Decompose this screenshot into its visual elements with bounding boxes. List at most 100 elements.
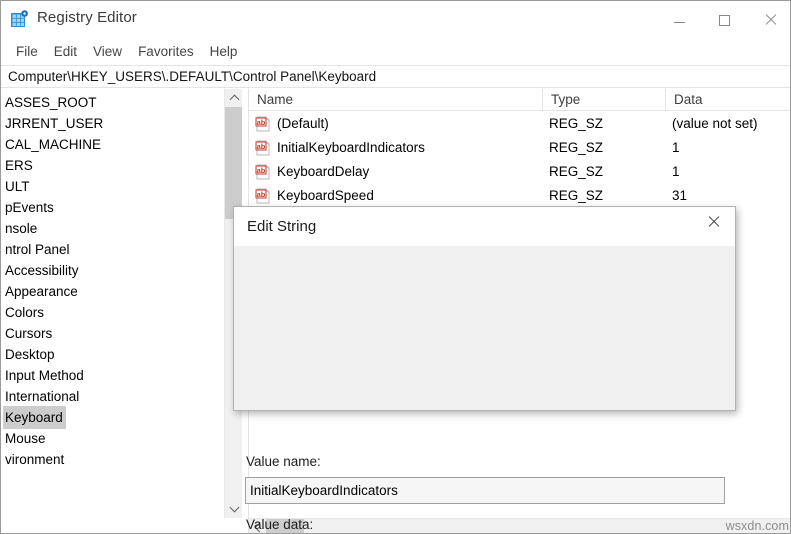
- close-icon: [764, 14, 776, 26]
- menu-edit[interactable]: Edit: [46, 41, 85, 62]
- tree-item[interactable]: Mouse: [1, 427, 223, 448]
- string-value-icon: ab: [255, 140, 271, 156]
- column-header-name[interactable]: Name: [249, 89, 542, 111]
- minimize-icon: [674, 22, 685, 23]
- tree-item-label: International: [3, 385, 82, 408]
- menu-favorites[interactable]: Favorites: [130, 41, 202, 62]
- tree-item[interactable]: nsole: [1, 217, 223, 238]
- tree-item-label: Colors: [3, 301, 47, 324]
- tree-scroll-down-button[interactable]: [225, 500, 242, 518]
- tree-item-label: ntrol Panel: [3, 238, 73, 261]
- tree-item-label: ERS: [3, 154, 36, 177]
- cell-type: REG_SZ: [549, 112, 603, 136]
- tree-item[interactable]: Desktop: [1, 343, 223, 364]
- svg-text:ab: ab: [257, 166, 266, 175]
- registry-path: Computer\HKEY_USERS\.DEFAULT\Control Pan…: [1, 69, 376, 84]
- edit-string-dialog: Edit String Value name: Value data: OK C…: [233, 206, 736, 411]
- string-value-icon: ab: [255, 116, 271, 132]
- table-row[interactable]: ab KeyboardSpeed REG_SZ 31: [249, 184, 791, 208]
- table-row[interactable]: ab (Default) REG_SZ (value not set): [249, 112, 791, 136]
- cell-data: 1: [672, 136, 680, 160]
- registry-tree-pane: ASSES_ROOTJRRENT_USERCAL_MACHINEERSULTpE…: [1, 89, 242, 518]
- maximize-button[interactable]: [702, 1, 747, 39]
- tree-item-label: ULT: [3, 175, 33, 198]
- tree-item-label: Mouse: [3, 427, 49, 450]
- tree-item-label: Desktop: [3, 343, 58, 366]
- tree-item[interactable]: Accessibility: [1, 259, 223, 280]
- window-controls: [657, 1, 791, 39]
- tree-item-label: ASSES_ROOT: [3, 91, 100, 114]
- cell-type: REG_SZ: [549, 136, 603, 160]
- tree-item-label: CAL_MACHINE: [3, 133, 104, 156]
- close-icon: [707, 216, 719, 228]
- dialog-close-button[interactable]: [691, 207, 735, 237]
- tree-item[interactable]: Cursors: [1, 322, 223, 343]
- tree-item[interactable]: Colors: [1, 301, 223, 322]
- title-bar: Registry Editor: [1, 1, 791, 39]
- value-name-label: Value name:: [246, 454, 321, 469]
- menu-file[interactable]: File: [8, 41, 46, 62]
- tree-item-label: Accessibility: [3, 259, 82, 282]
- window-title: Registry Editor: [37, 9, 137, 26]
- chevron-down-icon: [229, 503, 239, 513]
- column-header-data[interactable]: Data: [665, 89, 791, 111]
- tree-item[interactable]: JRRENT_USER: [1, 112, 223, 133]
- tree-item[interactable]: International: [1, 385, 223, 406]
- tree-item-label: nsole: [3, 217, 40, 240]
- tree-item[interactable]: ULT: [1, 175, 223, 196]
- tree-item[interactable]: ntrol Panel: [1, 238, 223, 259]
- svg-text:ab: ab: [257, 142, 266, 151]
- tree-item-label: Cursors: [3, 322, 55, 345]
- values-list-rows: ab (Default) REG_SZ (value not set) ab Initia…: [249, 112, 791, 208]
- tree-scroll-up-button[interactable]: [225, 89, 242, 107]
- column-header-type[interactable]: Type: [542, 89, 665, 111]
- tree-item[interactable]: CAL_MACHINE: [1, 133, 223, 154]
- tree-item[interactable]: ASSES_ROOT: [1, 91, 223, 112]
- cell-name: KeyboardSpeed: [277, 184, 374, 208]
- tree-item[interactable]: vironment: [1, 448, 223, 469]
- tree-item[interactable]: ERS: [1, 154, 223, 175]
- cell-data: (value not set): [672, 112, 758, 136]
- tree-item[interactable]: Keyboard: [1, 406, 223, 427]
- string-value-icon: ab: [255, 188, 271, 204]
- svg-text:ab: ab: [257, 118, 266, 127]
- tree-item-label: Input Method: [3, 364, 87, 387]
- address-bar[interactable]: Computer\HKEY_USERS\.DEFAULT\Control Pan…: [1, 65, 791, 88]
- tree-item[interactable]: Input Method: [1, 364, 223, 385]
- value-data-label: Value data:: [246, 517, 313, 532]
- menu-bar: File Edit View Favorites Help: [1, 39, 791, 64]
- value-name-input[interactable]: [245, 477, 725, 504]
- tree-item-label: vironment: [3, 448, 67, 471]
- cell-name: (Default): [277, 112, 329, 136]
- list-horizontal-scrollbar[interactable]: wsxdn.com: [249, 518, 791, 534]
- dialog-title: Edit String: [247, 218, 316, 235]
- string-value-icon: ab: [255, 164, 271, 180]
- watermark: wsxdn.com: [726, 519, 789, 533]
- tree-item-label: Keyboard: [3, 406, 66, 429]
- cell-type: REG_SZ: [549, 160, 603, 184]
- table-row[interactable]: ab KeyboardDelay REG_SZ 1: [249, 160, 791, 184]
- cell-data: 1: [672, 160, 680, 184]
- values-list-header: Name Type Data: [249, 89, 791, 111]
- menu-help[interactable]: Help: [202, 41, 246, 62]
- tree-item-label: Appearance: [3, 280, 81, 303]
- tree-item[interactable]: Appearance: [1, 280, 223, 301]
- cell-name: KeyboardDelay: [277, 160, 369, 184]
- dialog-title-bar: Edit String: [234, 207, 735, 247]
- table-row[interactable]: ab InitialKeyboardIndicators REG_SZ 1: [249, 136, 791, 160]
- close-button[interactable]: [747, 1, 791, 39]
- tree-vertical-scroll-thumb[interactable]: [225, 107, 242, 219]
- cell-type: REG_SZ: [549, 184, 603, 208]
- minimize-button[interactable]: [657, 1, 702, 39]
- registry-editor-window: Registry Editor File Edit View Favorites…: [0, 0, 791, 534]
- registry-editor-icon: [10, 10, 29, 29]
- cell-name: InitialKeyboardIndicators: [277, 136, 425, 160]
- chevron-up-icon: [229, 95, 239, 105]
- tree-item[interactable]: pEvents: [1, 196, 223, 217]
- svg-text:ab: ab: [257, 190, 266, 199]
- registry-tree: ASSES_ROOTJRRENT_USERCAL_MACHINEERSULTpE…: [1, 91, 223, 469]
- tree-item-label: JRRENT_USER: [3, 112, 106, 135]
- maximize-icon: [719, 15, 730, 26]
- cell-data: 31: [672, 184, 687, 208]
- menu-view[interactable]: View: [85, 41, 130, 62]
